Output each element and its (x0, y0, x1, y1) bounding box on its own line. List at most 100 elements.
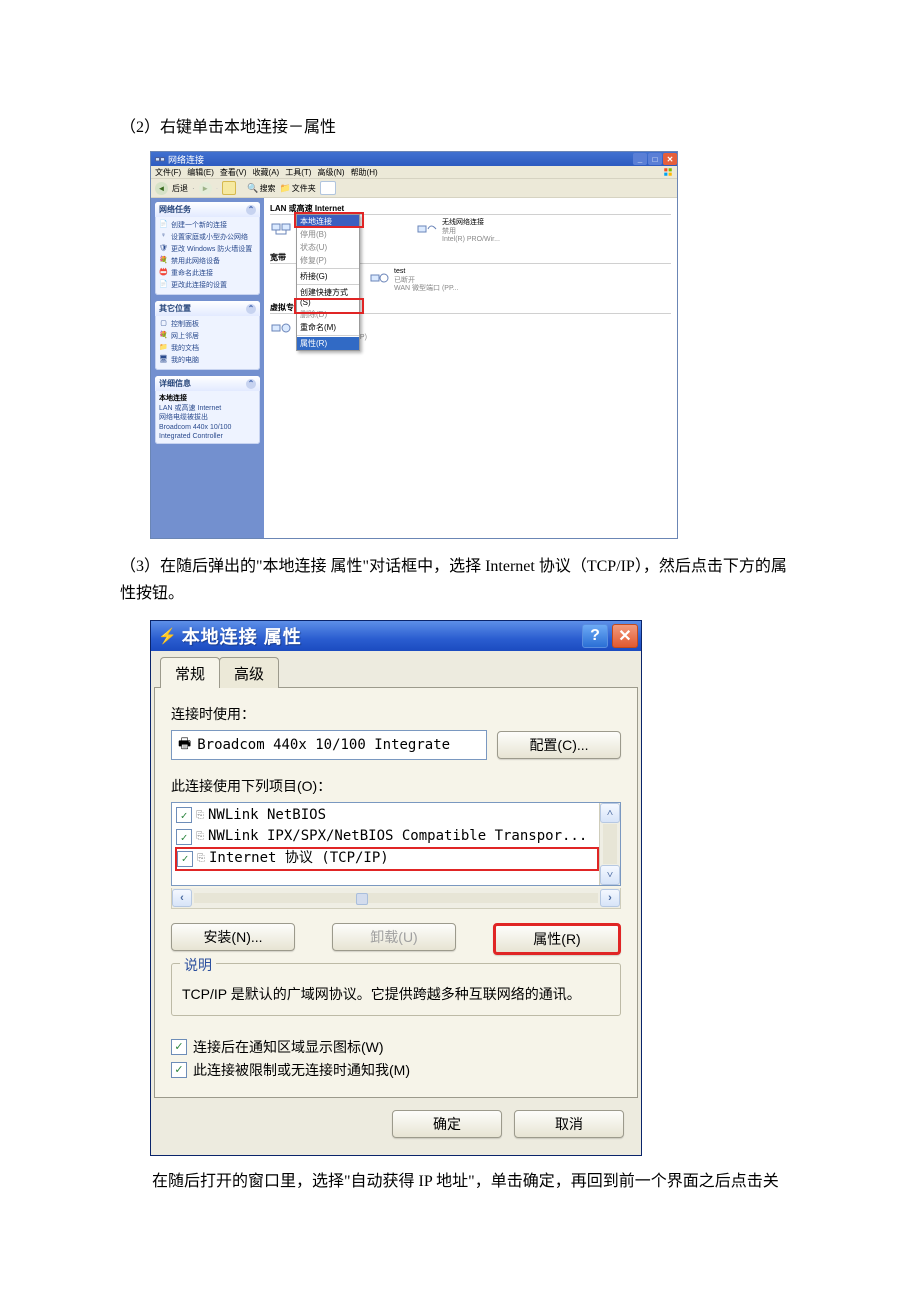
scroll-down-icon[interactable]: ˅ (600, 865, 620, 885)
wlan-icon (416, 219, 438, 241)
wireless-connection-item[interactable]: 无线网络连接 禁用 Intel(R) PRO/Wir... (416, 219, 500, 244)
views-button[interactable] (320, 181, 336, 195)
menu-tools[interactable]: 工具(T) (285, 167, 311, 178)
description-group: 说明 TCP/IP 是默认的广域网协议。它提供跨越多种互联网络的通讯。 (171, 963, 621, 1016)
vertical-scrollbar[interactable]: ˄ ˅ (599, 803, 620, 885)
menu-adv[interactable]: 高级(N) (317, 167, 344, 178)
ctx-delete[interactable]: 删除(D) (297, 308, 359, 321)
components-list[interactable]: ✓ ⎘ NWLink NetBIOS ✓ ⎘ NWLink IPX/SPX/Ne… (171, 802, 621, 886)
task-item[interactable]: 🛡更改 Windows 防火墙设置 (159, 244, 256, 254)
show-icon-checkbox[interactable]: ✓ 连接后在通知区域显示图标(W) (171, 1037, 621, 1057)
menu-file[interactable]: 文件(F) (155, 167, 181, 178)
vpn-icon (270, 318, 292, 340)
collapse-icon[interactable]: ⌃ (246, 304, 256, 314)
ctx-status[interactable]: 状态(U) (297, 241, 359, 254)
checkbox-label: 连接后在通知区域显示图标(W) (193, 1037, 384, 1057)
task-item[interactable]: ♀设置家庭或小型办公网络 (159, 232, 256, 242)
help-button[interactable]: ? (582, 624, 608, 648)
task-item[interactable]: 📄创建一个新的连接 (159, 220, 256, 230)
menu-help[interactable]: 帮助(H) (351, 167, 378, 178)
up-button[interactable] (222, 181, 236, 195)
connection-icon: ⚡ (158, 627, 177, 645)
configure-button[interactable]: 配置(C)... (497, 731, 621, 759)
menu-edit[interactable]: 编辑(E) (187, 167, 214, 178)
place-item[interactable]: ▢控制面板 (159, 319, 256, 329)
checkbox-icon[interactable]: ✓ (171, 1062, 187, 1078)
ctx-header: 本地连接 (297, 215, 359, 228)
detail-type: LAN 或高速 Internet (159, 405, 221, 412)
checkbox-icon[interactable]: ✓ (176, 829, 192, 845)
menu-view[interactable]: 查看(V) (220, 167, 247, 178)
list-item[interactable]: ✓ ⎘ NWLink NetBIOS (176, 805, 598, 827)
panel-header: 详细信息 (159, 378, 191, 389)
broadband-icon (368, 268, 390, 290)
instruction-followup: 在随后打开的窗口里，选择"自动获得 IP 地址"，单击确定，再回到前一个界面之后… (120, 1168, 800, 1195)
ctx-bridge[interactable]: 桥接(G) (297, 270, 359, 283)
adapter-field: 🖶 Broadcom 440x 10/100 Integrate (171, 730, 487, 760)
group-legend: 说明 (180, 955, 216, 975)
notify-checkbox[interactable]: ✓ 此连接被限制或无连接时通知我(M) (171, 1060, 621, 1080)
place-item[interactable]: 🖥我的电脑 (159, 355, 256, 365)
tab-general[interactable]: 常规 (160, 657, 220, 688)
broadband-item[interactable]: test 已断开 WAN 微型端口 (PP... (368, 268, 459, 293)
local-connection-properties-dialog: ⚡ 本地连接 属性 ? ✕ 常规 高级 连接时使用： 🖶 Broadcom 44… (150, 620, 642, 1156)
horizontal-scrollbar[interactable]: ‹ › (171, 888, 621, 909)
tab-panel-general: 连接时使用： 🖶 Broadcom 440x 10/100 Integrate … (154, 687, 638, 1098)
folders-button[interactable]: 文件夹 (280, 183, 316, 194)
uninstall-button[interactable]: 卸载(U) (332, 923, 456, 951)
scroll-left-icon[interactable]: ‹ (172, 889, 192, 907)
network-connections-window: 网络连接 _ □ ✕ 文件(F) 编辑(E) 查看(V) 收藏(A) 工具(T)… (150, 151, 678, 539)
collapse-icon[interactable]: ⌃ (246, 205, 256, 215)
titlebar: 网络连接 _ □ ✕ (151, 152, 677, 166)
detail-status: 网络电缆被拔出 (159, 414, 208, 421)
ctx-properties[interactable]: 属性(R) (297, 337, 359, 350)
task-item[interactable]: 💐禁用此网络设备 (159, 256, 256, 266)
tabs: 常规 高级 (154, 653, 638, 688)
description-text: TCP/IP 是默认的广域网协议。它提供跨越多种互联网络的通讯。 (182, 984, 610, 1005)
title-text: 网络连接 (168, 153, 204, 166)
maximize-button[interactable]: □ (648, 153, 662, 165)
ctx-rename[interactable]: 重命名(M) (297, 321, 359, 334)
close-button[interactable]: ✕ (612, 624, 638, 648)
scroll-up-icon[interactable]: ˄ (600, 803, 620, 823)
properties-button[interactable]: 属性(R) (493, 923, 621, 955)
detail-name: 本地连接 (159, 395, 187, 402)
close-button[interactable]: ✕ (663, 153, 677, 165)
instruction-step-2: （2）右键单击本地连接－属性 (120, 114, 800, 141)
task-pane: 网络任务⌃ 📄创建一个新的连接 ♀设置家庭或小型办公网络 🛡更改 Windows… (151, 198, 264, 538)
install-button[interactable]: 安装(N)... (171, 923, 295, 951)
checkbox-icon[interactable]: ✓ (171, 1039, 187, 1055)
place-item[interactable]: 📁我的文档 (159, 343, 256, 353)
checkbox-icon[interactable]: ✓ (177, 851, 193, 867)
ctx-shortcut[interactable]: 创建快捷方式(S) (297, 286, 359, 308)
checkbox-label: 此连接被限制或无连接时通知我(M) (193, 1060, 410, 1080)
list-item[interactable]: ✓ ⎘ NWLink IPX/SPX/NetBIOS Compatible Tr… (176, 826, 598, 848)
back-label: 后退 (172, 183, 188, 194)
cancel-button[interactable]: 取消 (514, 1110, 624, 1138)
details-panel: 详细信息 ⌃ 本地连接 LAN 或高速 Internet 网络电缆被拔出 Broa… (155, 376, 260, 444)
ctx-disable[interactable]: 停用(B) (297, 228, 359, 241)
network-tasks-panel: 网络任务⌃ 📄创建一个新的连接 ♀设置家庭或小型办公网络 🛡更改 Windows… (155, 202, 260, 295)
ok-button[interactable]: 确定 (392, 1110, 502, 1138)
label-items: 此连接使用下列项目(O)： (171, 776, 621, 796)
list-item-tcpip[interactable]: ✓ ⎘ Internet 协议 (TCP/IP) (176, 848, 598, 870)
back-button[interactable]: ◄ (155, 182, 168, 195)
tab-advanced[interactable]: 高级 (219, 657, 279, 688)
collapse-icon[interactable]: ⌃ (246, 379, 256, 389)
content-area: LAN 或高速 Internet 本地连接 停用(B) (264, 198, 677, 538)
panel-header: 其它位置 (159, 303, 191, 314)
forward-button[interactable]: ► (199, 182, 212, 195)
checkbox-icon[interactable]: ✓ (176, 807, 192, 823)
menu-fav[interactable]: 收藏(A) (253, 167, 280, 178)
context-menu: 本地连接 停用(B) 状态(U) 修复(P) 桥接(G) 创建快捷方式(S) 删… (296, 214, 360, 351)
place-item[interactable]: 💐网上邻居 (159, 331, 256, 341)
network-icon (155, 154, 165, 164)
search-button[interactable]: 搜索 (247, 183, 275, 194)
minimize-button[interactable]: _ (633, 153, 647, 165)
ctx-repair[interactable]: 修复(P) (297, 254, 359, 267)
task-item[interactable]: 📄更改此连接的设置 (159, 280, 256, 290)
scroll-thumb[interactable] (356, 893, 368, 905)
scroll-right-icon[interactable]: › (600, 889, 620, 907)
task-item[interactable]: 📛重命名此连接 (159, 268, 256, 278)
detail-device: Broadcom 440x 10/100 Integrated Controll… (159, 424, 231, 440)
